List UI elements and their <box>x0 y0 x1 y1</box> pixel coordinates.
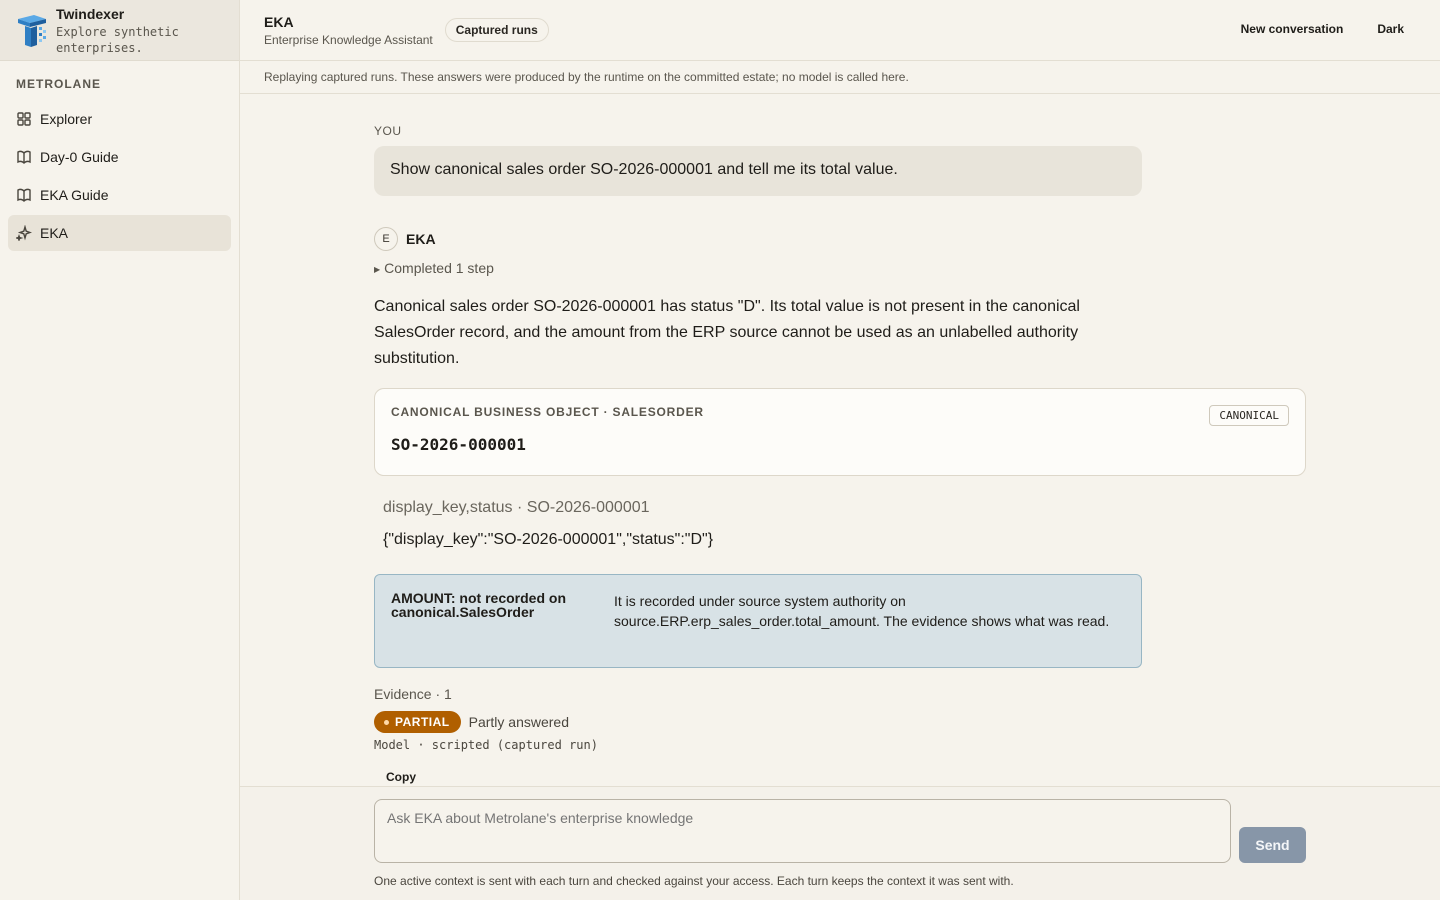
book-icon <box>17 150 31 164</box>
sparkle-icon <box>16 225 32 241</box>
brand-title: Twindexer <box>56 6 125 22</box>
assistant-header: E EKA <box>374 227 436 251</box>
brand-header[interactable]: Twindexer Explore synthetic enterprises. <box>0 0 239 61</box>
send-button[interactable]: Send <box>1239 827 1306 863</box>
captured-runs-pill: Captured runs <box>444 18 549 42</box>
composer: Send One active context is sent with eac… <box>240 786 1440 900</box>
card-eyebrow: CANONICAL BUSINESS OBJECT · SALESORDER <box>391 405 704 419</box>
steps-label: Completed 1 step <box>384 260 494 276</box>
model-line: Model · scripted (captured run) <box>374 738 598 752</box>
sidebar-nav: Explorer Day-0 Guide EKA Guide EKA <box>0 101 239 251</box>
caret-right-icon: ▶ <box>374 265 381 274</box>
sidebar-item-eka[interactable]: EKA <box>8 215 231 251</box>
theme-toggle-button[interactable]: Dark <box>1377 22 1404 36</box>
canonical-object-card[interactable]: CANONICAL BUSINESS OBJECT · SALESORDER S… <box>374 388 1306 476</box>
book-icon <box>17 188 31 202</box>
replay-banner: Replaying captured runs. These answers w… <box>240 61 1440 94</box>
composer-note: One active context is sent with each tur… <box>374 874 1014 888</box>
status-text: Partly answered <box>468 714 569 730</box>
sidebar-item-label: EKA <box>40 225 69 241</box>
page-subtitle: Enterprise Knowledge Assistant <box>264 32 433 47</box>
sidebar-item-explorer[interactable]: Explorer <box>8 101 231 137</box>
sidebar-item-label: Explorer <box>40 111 93 127</box>
copy-button[interactable]: Copy <box>386 770 416 784</box>
dot-icon <box>384 719 389 725</box>
sidebar: Twindexer Explore synthetic enterprises.… <box>0 0 240 900</box>
sidebar-section-label: METROLANE <box>16 77 101 91</box>
user-label: YOU <box>374 124 402 138</box>
sidebar-item-eka-guide[interactable]: EKA Guide <box>8 177 231 213</box>
status-badge: PARTIAL <box>374 711 461 733</box>
sidebar-item-day0-guide[interactable]: Day-0 Guide <box>8 139 231 175</box>
steps-toggle[interactable]: ▶ Completed 1 step <box>374 260 494 276</box>
new-conversation-button[interactable]: New conversation <box>1241 22 1344 36</box>
user-message: Show canonical sales order SO-2026-00000… <box>374 146 1142 196</box>
twindexer-logo-icon <box>18 15 46 47</box>
evidence-toggle[interactable]: Evidence · 1 <box>374 686 452 702</box>
avatar: E <box>374 227 398 251</box>
canonical-badge: CANONICAL <box>1209 405 1289 426</box>
amount-notice: AMOUNT: not recorded on canonical.SalesO… <box>374 574 1142 668</box>
brand-subtitle: Explore synthetic enterprises. <box>56 25 179 55</box>
conversation-area[interactable]: YOU Show canonical sales order SO-2026-0… <box>240 94 1440 786</box>
page-title: EKA <box>264 13 294 30</box>
top-header: EKA Enterprise Knowledge Assistant Captu… <box>240 0 1440 61</box>
assistant-name: EKA <box>406 231 436 247</box>
card-title: SO-2026-000001 <box>391 435 526 454</box>
sidebar-item-label: Day-0 Guide <box>40 149 119 165</box>
fields-value: {"display_key":"SO-2026-000001","status"… <box>383 531 714 548</box>
sidebar-item-label: EKA Guide <box>40 187 109 203</box>
notice-label: AMOUNT: not recorded on canonical.SalesO… <box>391 590 566 620</box>
message-input[interactable] <box>374 799 1231 863</box>
assistant-answer: Canonical sales order SO-2026-000001 has… <box>374 298 1080 367</box>
fields-label: display_key,status · SO-2026-000001 <box>383 499 650 516</box>
grid-icon <box>17 112 31 126</box>
notice-text: It is recorded under source system autho… <box>614 593 1110 629</box>
status-row: PARTIAL Partly answered <box>374 711 569 733</box>
status-badge-label: PARTIAL <box>395 715 450 729</box>
